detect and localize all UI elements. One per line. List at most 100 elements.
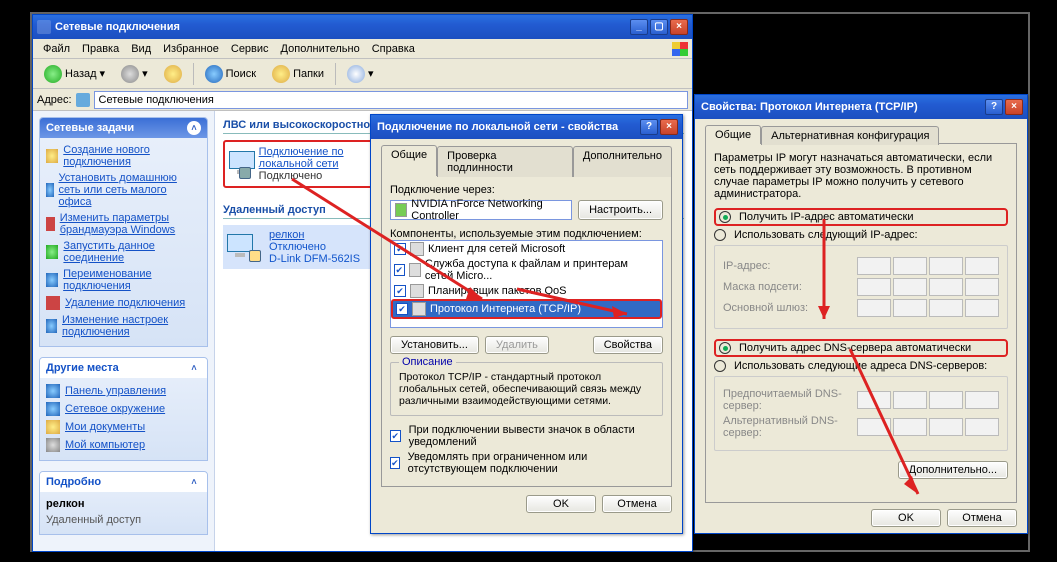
search-button[interactable]: Поиск bbox=[200, 62, 261, 86]
intro-text: Параметры IP могут назначаться автоматич… bbox=[714, 152, 1008, 200]
help-button[interactable]: ? bbox=[985, 99, 1003, 115]
collapse-icon[interactable]: ˄ bbox=[187, 121, 201, 135]
cancel-button[interactable]: Отмена bbox=[947, 509, 1017, 527]
dialup-icon bbox=[225, 232, 261, 262]
toolbar: Назад▾ ▾ Поиск Папки ▾ bbox=[33, 59, 692, 89]
dns-auto-label: Получить адрес DNS-сервера автоматически bbox=[739, 342, 971, 354]
tab-general[interactable]: Общие bbox=[705, 125, 761, 144]
menu-edit[interactable]: Правка bbox=[76, 41, 125, 57]
task-firewall[interactable]: Изменить параметры брандмауэра Windows bbox=[46, 210, 201, 238]
place-computer[interactable]: Мой компьютер bbox=[46, 436, 201, 454]
components-label: Компоненты, используемые этим подключени… bbox=[390, 228, 663, 240]
collapse-icon[interactable]: ˄ bbox=[187, 361, 201, 375]
tab-general[interactable]: Общие bbox=[381, 145, 437, 176]
install-button[interactable]: Установить... bbox=[390, 336, 479, 354]
details-title: Подробно bbox=[46, 476, 101, 488]
ip-auto-radio[interactable] bbox=[719, 211, 731, 223]
list-item[interactable]: ✔Клиент для сетей Microsoft bbox=[391, 241, 662, 257]
task-change-settings[interactable]: Изменение настроек подключения bbox=[46, 312, 201, 340]
address-bar: Адрес: bbox=[33, 89, 692, 111]
close-button[interactable]: × bbox=[660, 119, 678, 135]
lan-connection-name: Подключение по локальной сети bbox=[259, 146, 344, 170]
ip-manual-radio[interactable] bbox=[714, 229, 726, 241]
other-places-panel: Другие места˄ Панель управления Сетевое … bbox=[39, 357, 208, 461]
explorer-titlebar: Сетевые подключения _ ▢ × bbox=[33, 15, 692, 39]
back-button[interactable]: Назад▾ bbox=[39, 62, 110, 86]
notify-label: Уведомлять при ограниченном или отсутств… bbox=[408, 451, 663, 475]
tray-label: При подключении вывести значок в области… bbox=[409, 424, 663, 448]
dns1-label: Предпочитаемый DNS-сервер: bbox=[723, 388, 849, 412]
explorer-title: Сетевые подключения bbox=[55, 21, 180, 33]
dns-auto-radio[interactable] bbox=[719, 342, 731, 354]
place-network[interactable]: Сетевое окружение bbox=[46, 400, 201, 418]
ok-button[interactable]: OK bbox=[526, 495, 596, 513]
menu-bar: Файл Правка Вид Избранное Сервис Дополни… bbox=[33, 39, 692, 59]
details-panel: Подробно ˄ релкон Удаленный доступ bbox=[39, 471, 208, 535]
list-item-tcpip[interactable]: ✔Протокол Интернета (TCP/IP) bbox=[391, 299, 662, 319]
search-label: Поиск bbox=[226, 68, 256, 80]
address-icon bbox=[76, 93, 90, 107]
network-tasks-title: Сетевые задачи bbox=[46, 122, 134, 134]
address-input[interactable] bbox=[94, 91, 688, 109]
details-name: релкон bbox=[46, 498, 85, 510]
chevron-down-icon: ▾ bbox=[368, 67, 374, 80]
tab-alt-config[interactable]: Альтернативная конфигурация bbox=[761, 126, 939, 145]
task-start-connection[interactable]: Запустить данное соединение bbox=[46, 238, 201, 266]
configure-button[interactable]: Настроить... bbox=[578, 200, 663, 220]
components-list[interactable]: ✔Клиент для сетей Microsoft ✔Служба дост… bbox=[390, 240, 663, 328]
ip-label: IP-адрес: bbox=[723, 260, 849, 272]
up-button[interactable] bbox=[159, 62, 187, 86]
dns-manual-label: Использовать следующие адреса DNS-сервер… bbox=[734, 360, 987, 372]
menu-tools[interactable]: Сервис bbox=[225, 41, 275, 57]
dialup-name: релкон bbox=[269, 229, 304, 241]
folders-button[interactable]: Папки bbox=[267, 62, 329, 86]
tab-auth[interactable]: Проверка подлинности bbox=[437, 146, 573, 177]
menu-favorites[interactable]: Избранное bbox=[157, 41, 225, 57]
lan-connection-item[interactable]: Подключение по локальной сетиПодключено bbox=[223, 140, 373, 188]
collapse-icon[interactable]: ˄ bbox=[187, 475, 201, 489]
address-label: Адрес: bbox=[37, 94, 72, 106]
ip-manual-label: Использовать следующий IP-адрес: bbox=[734, 229, 918, 241]
forward-button[interactable]: ▾ bbox=[116, 62, 153, 86]
description-title: Описание bbox=[399, 356, 456, 368]
place-control-panel[interactable]: Панель управления bbox=[46, 382, 201, 400]
notify-checkbox[interactable]: ✔ bbox=[390, 457, 400, 469]
chevron-down-icon: ▾ bbox=[100, 67, 106, 80]
cancel-button[interactable]: Отмена bbox=[602, 495, 672, 513]
tray-checkbox[interactable]: ✔ bbox=[390, 430, 401, 442]
windows-flag-icon bbox=[672, 42, 688, 56]
menu-help[interactable]: Справка bbox=[366, 41, 421, 57]
tab-advanced[interactable]: Дополнительно bbox=[573, 146, 672, 177]
maximize-button[interactable]: ▢ bbox=[650, 19, 668, 35]
views-button[interactable]: ▾ bbox=[342, 62, 379, 86]
menu-view[interactable]: Вид bbox=[125, 41, 157, 57]
details-type: Удаленный доступ bbox=[46, 514, 141, 526]
close-button[interactable]: × bbox=[670, 19, 688, 35]
place-documents[interactable]: Мои документы bbox=[46, 418, 201, 436]
back-label: Назад bbox=[65, 68, 97, 80]
dialup-status: Отключено bbox=[269, 241, 326, 253]
back-icon bbox=[44, 65, 62, 83]
task-new-connection[interactable]: Создание нового подключения bbox=[46, 142, 201, 170]
dns-manual-radio[interactable] bbox=[714, 360, 726, 372]
mask-label: Маска подсети: bbox=[723, 281, 849, 293]
advanced-button[interactable]: Дополнительно... bbox=[898, 461, 1008, 479]
menu-advanced[interactable]: Дополнительно bbox=[275, 41, 366, 57]
side-pane: Сетевые задачи ˄ Создание нового подключе… bbox=[33, 111, 215, 551]
folders-icon bbox=[272, 65, 290, 83]
minimize-button[interactable]: _ bbox=[630, 19, 648, 35]
list-item[interactable]: ✔Планировщик пакетов QoS bbox=[391, 283, 662, 299]
properties-button[interactable]: Свойства bbox=[593, 336, 663, 354]
menu-file[interactable]: Файл bbox=[37, 41, 76, 57]
close-button[interactable]: × bbox=[1005, 99, 1023, 115]
forward-icon bbox=[121, 65, 139, 83]
lan-connection-status: Подключено bbox=[259, 170, 323, 182]
task-rename[interactable]: Переименование подключения bbox=[46, 266, 201, 294]
help-button[interactable]: ? bbox=[640, 119, 658, 135]
task-delete[interactable]: Удаление подключения bbox=[46, 294, 201, 312]
task-home-network[interactable]: Установить домашнюю сеть или сеть малого… bbox=[46, 170, 201, 210]
list-item[interactable]: ✔Служба доступа к файлам и принтерам сет… bbox=[391, 257, 662, 283]
ok-button[interactable]: OK bbox=[871, 509, 941, 527]
tcpip-properties-dialog: Свойства: Протокол Интернета (TCP/IP) ? … bbox=[694, 94, 1028, 534]
dialup-connection-item[interactable]: релконОтключеноD-Link DFM-562IS bbox=[223, 225, 373, 269]
